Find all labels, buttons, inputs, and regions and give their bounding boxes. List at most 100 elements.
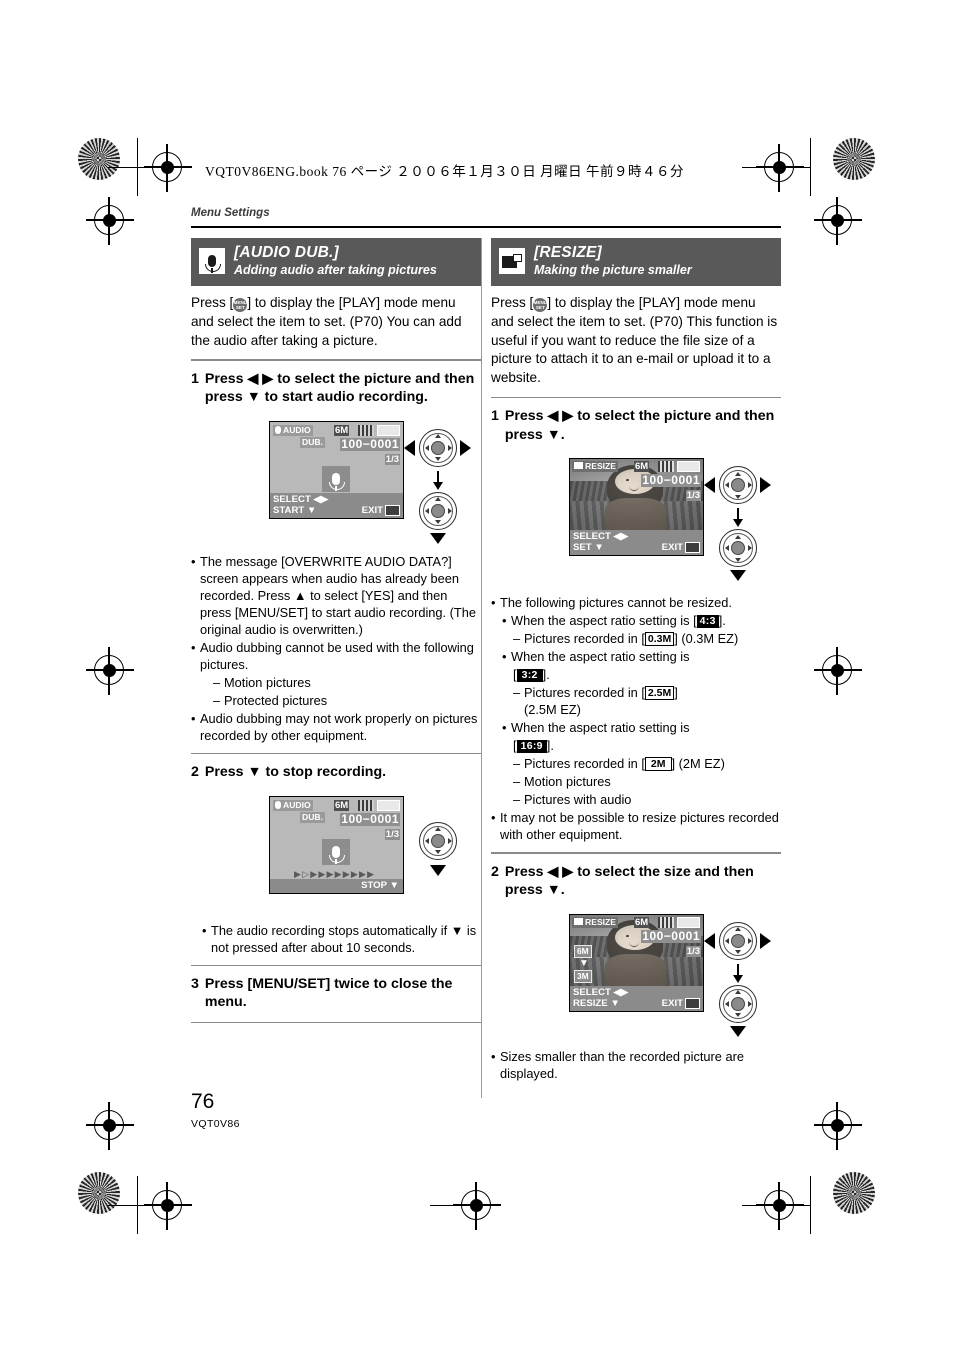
page-number: 76	[191, 1090, 215, 1113]
note-subitem-chip-line: [16:9].	[513, 738, 554, 754]
lcd-battery-icon	[677, 461, 700, 473]
step-number: 1	[191, 370, 199, 387]
note-subitem: • When the aspect ratio setting is	[502, 649, 690, 665]
rule-above-step1	[191, 359, 481, 361]
note-item: • The audio recording stops automatically…	[202, 922, 477, 955]
left-arrow-icon-1	[404, 439, 415, 456]
intro-text-before: Press [	[491, 295, 534, 310]
audio-dub-title: [AUDIO DUB.]	[234, 244, 339, 262]
crop-line-bottom-left-h	[108, 1205, 170, 1207]
audio-dub-step-1: 1 Press ◀ ▶ to select the picture and th…	[191, 370, 481, 407]
step-number: 1	[491, 408, 499, 425]
microphone-icon	[199, 248, 225, 274]
note-subsubitem: – Pictures recorded in [2.5M]	[513, 685, 678, 701]
manual-page: VQT0V86ENG.book 76 ページ ２００６年１月３０日 月曜日 午前…	[0, 0, 954, 1348]
step-text: Press [MENU/SET] twice to close the menu…	[204, 975, 453, 1011]
lcd-file-number: 100−0001	[641, 473, 701, 488]
note-item: • Audio dubbing may not work properly on …	[191, 710, 478, 743]
lcd-quality-icon	[658, 461, 674, 473]
rule-above-step3	[191, 964, 481, 966]
left-arrow-icon-r2	[704, 932, 715, 949]
note-subitem: • When the aspect ratio setting is [4:3]…	[502, 613, 726, 629]
step-number: 2	[191, 764, 199, 781]
crop-line-bottom-center	[430, 1205, 494, 1207]
lcd-quality-icon	[358, 799, 374, 811]
lcd-footer-bar: SELECT ◀▶ SET ▼ EXIT	[570, 530, 703, 556]
audio-dub-figure-1: AUDIO DUB. 6M 100−0001 1/3 SELECT ◀▶ STA…	[191, 417, 481, 544]
registration-mark-right	[814, 197, 862, 245]
crop-line-bottom-left-v	[137, 1176, 139, 1234]
lcd-counter: 1/3	[384, 453, 400, 465]
gradient-ball-bottom-left	[78, 1172, 120, 1214]
rule-above-step2	[191, 752, 481, 755]
note-subsubitem: – Pictures with audio	[513, 792, 632, 808]
audio-dub-banner: [AUDIO DUB.] Adding audio after taking p…	[191, 238, 481, 286]
document-code: VQT0V86	[191, 1118, 240, 1130]
note-subitem-chip-line: [3:2].	[513, 667, 550, 683]
registration-mark-mid-left	[86, 647, 134, 695]
column-divider	[481, 238, 483, 1098]
step-text: Press ◀ ▶ to select the picture and then…	[204, 370, 475, 406]
resize-icon	[499, 248, 525, 274]
step-text: Press ◀ ▶ to select the picture and then…	[504, 408, 775, 443]
gradient-ball-top-left	[78, 138, 120, 180]
note-continuation: (2.5M EZ)	[524, 702, 581, 718]
lcd-size-down-arrow: ▼	[579, 957, 589, 969]
lcd-screen-resize-1: RESIZE 6M 100−0001 1/3 SELECT ◀▶ SET ▼ E…	[569, 458, 704, 557]
lcd-battery-icon	[377, 424, 400, 436]
gradient-ball-top-right	[833, 138, 875, 180]
print-header: VQT0V86ENG.book 76 ページ ２００６年１月３０日 月曜日 午前…	[205, 164, 684, 179]
resize-subtitle: Making the picture smaller	[534, 262, 692, 277]
note-subitem: – Protected pictures	[213, 692, 328, 708]
crop-line-top-left-v	[137, 138, 139, 196]
cursor-button-updown-lr-1	[419, 428, 457, 467]
lcd-mic-indicator	[322, 465, 350, 492]
lcd-quality-icon	[358, 424, 374, 436]
audio-dub-step-3: 3 Press [MENU/SET] twice to close the me…	[191, 975, 481, 1012]
cursor-button-down-r1	[719, 529, 757, 568]
down-arrow-icon-r1	[730, 570, 746, 582]
resize-intro: Press [MENU SET] to display the [PLAY] mo…	[491, 294, 781, 388]
note-subsubitem: – Motion pictures	[513, 774, 611, 790]
lcd-screen-audio-dub-1: AUDIO DUB. 6M 100−0001 1/3 SELECT ◀▶ STA…	[269, 420, 404, 519]
lcd-foot-exit: EXIT	[661, 997, 683, 1009]
lcd-foot-set: SET ▼	[573, 542, 604, 554]
step-number: 2	[491, 863, 499, 880]
resize-figure-1: RESIZE 6M 100−0001 1/3 SELECT ◀▶ SET ▼ E…	[491, 454, 781, 582]
note-item: • The following pictures cannot be resize…	[491, 595, 732, 611]
header-rule	[191, 226, 781, 228]
lcd-quality-icon	[658, 916, 674, 928]
resolution-2-5m-chip: 2.5M	[644, 686, 675, 701]
lcd-file-number: 100−0001	[340, 811, 400, 826]
lcd-label-dub: DUB.	[300, 811, 326, 823]
step-text: Press ◀ ▶ to select the size and then pr…	[504, 863, 754, 899]
lcd-counter: 1/3	[685, 945, 701, 957]
cursor-button-down-r2	[719, 984, 757, 1023]
lcd-foot-exit: EXIT	[361, 504, 383, 516]
lcd-label-dub: DUB.	[300, 436, 326, 448]
lcd-footer-bar: STOP ▼	[270, 878, 403, 893]
menu-set-icon: MENU SET	[533, 298, 548, 312]
lcd-label-resize: RESIZE	[572, 461, 619, 473]
audio-dub-notes-1: • The message [OVERWRITE AUDIO DATA?] scr…	[191, 553, 481, 744]
down-arrow-connector-r2	[733, 963, 743, 983]
lcd-footer-bar: SELECT ◀▶ START ▼ EXIT	[270, 492, 403, 518]
aspect-ratio-3-2-chip: 3:2	[516, 669, 543, 683]
down-arrow-connector-r1	[733, 508, 743, 528]
crop-line-bottom-right-v	[810, 1176, 812, 1234]
rule-below-step3	[191, 1021, 481, 1024]
lcd-battery-icon	[377, 799, 400, 811]
note-item: • Audio dubbing cannot be used with the f…	[191, 639, 474, 672]
lcd-screen-audio-dub-2: AUDIO DUB. 6M 100−0001 1/3 ▶▷▶▶▶▶▶▶▶▶ ST…	[269, 795, 404, 894]
lcd-resolution-badge: 6M	[334, 799, 350, 811]
lcd-size-option-current: 6M	[574, 944, 592, 958]
rule-above-resize-step1	[491, 396, 781, 399]
note-subsubitem: – Pictures recorded in [0.3M] (0.3M EZ)	[513, 631, 739, 647]
audio-dub-figure-2: AUDIO DUB. 6M 100−0001 1/3 ▶▷▶▶▶▶▶▶▶▶ ST…	[191, 792, 481, 900]
resize-notes-2: • Sizes smaller than the recorded picture…	[491, 1048, 781, 1082]
lcd-exit-menu-icon	[385, 504, 400, 516]
lcd-exit-menu-icon	[685, 542, 700, 554]
lcd-mic-indicator	[322, 838, 350, 865]
resize-title: [RESIZE]	[534, 244, 602, 262]
lcd-footer-bar: SELECT ◀▶ RESIZE ▼ EXIT	[570, 985, 703, 1011]
